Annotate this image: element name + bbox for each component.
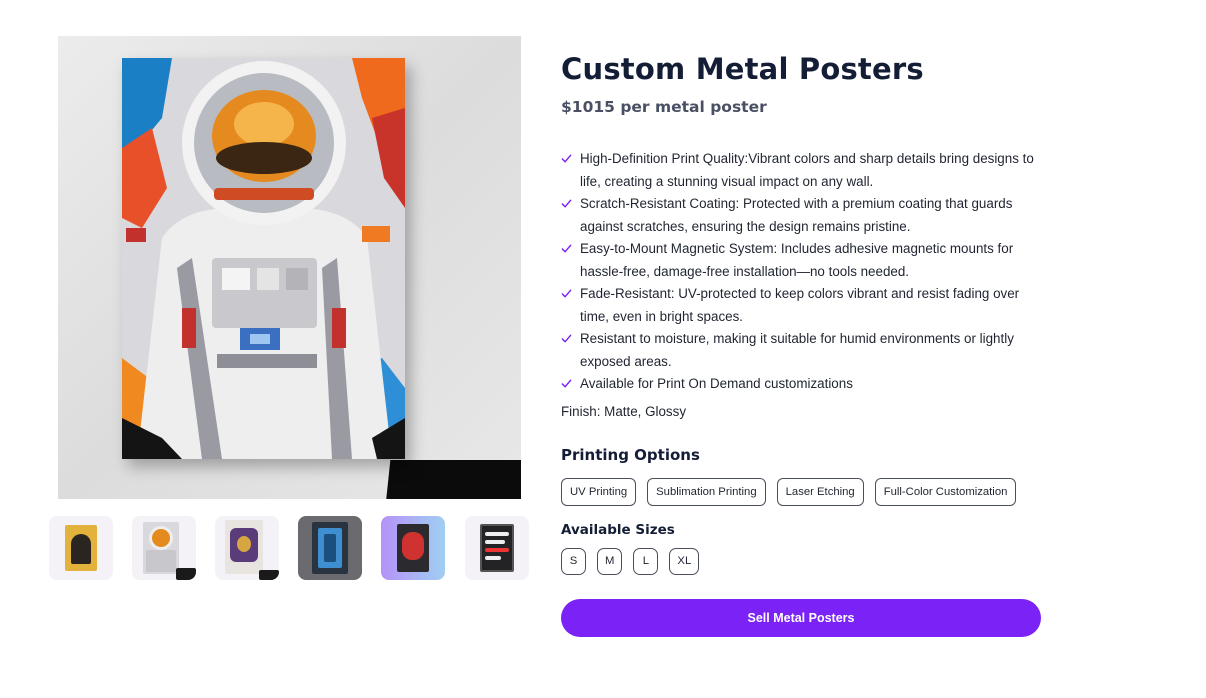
product-title: Custom Metal Posters <box>561 52 924 86</box>
feature-list: High-Definition Print Quality:Vibrant co… <box>561 148 1051 396</box>
thumbnail-text-poster[interactable] <box>465 516 529 580</box>
feature-item: Easy-to-Mount Magnetic System: Includes … <box>561 238 1051 283</box>
product-price: $1015 per metal poster <box>561 98 767 116</box>
check-icon <box>561 379 572 388</box>
sell-metal-posters-button[interactable]: Sell Metal Posters <box>561 599 1041 637</box>
thumbnail-blue-robot[interactable] <box>298 516 362 580</box>
check-icon <box>561 334 572 343</box>
feature-text: Available for Print On Demand customizat… <box>580 376 853 391</box>
thumbnail-astronaut[interactable] <box>132 516 196 580</box>
thumbnail-batman[interactable] <box>49 516 113 580</box>
thumbnail-red-character[interactable] <box>381 516 445 580</box>
size-options: S M L XL <box>561 547 1051 575</box>
check-icon <box>561 199 572 208</box>
feature-text: Scratch-Resistant Coating: Protected wit… <box>580 196 1013 234</box>
astronaut-illustration <box>122 58 405 459</box>
size-option-s[interactable]: S <box>561 547 586 575</box>
feature-text: Resistant to moisture, making it suitabl… <box>580 331 1014 369</box>
available-sizes-label: Available Sizes <box>561 521 675 538</box>
printing-option-laser-etching[interactable]: Laser Etching <box>776 477 864 506</box>
feature-text: Fade-Resistant: UV-protected to keep col… <box>580 286 1020 324</box>
main-product-image <box>58 36 521 499</box>
thumbnail-strip <box>49 516 529 580</box>
check-icon <box>561 289 572 298</box>
image-shadow-block <box>385 460 521 499</box>
size-option-xl[interactable]: XL <box>669 547 700 575</box>
printing-option-uv[interactable]: UV Printing <box>561 477 637 506</box>
printing-options: UV Printing Sublimation Printing Laser E… <box>561 477 1051 506</box>
printing-option-full-color[interactable]: Full-Color Customization <box>874 477 1017 506</box>
size-option-m[interactable]: M <box>597 547 623 575</box>
feature-item: Resistant to moisture, making it suitabl… <box>561 328 1051 373</box>
check-icon <box>561 154 572 163</box>
astronaut-poster <box>122 58 405 459</box>
feature-text: Easy-to-Mount Magnetic System: Includes … <box>580 241 1014 279</box>
thumbnail-ornate-emblem[interactable] <box>215 516 279 580</box>
feature-item: Available for Print On Demand customizat… <box>561 373 1051 396</box>
feature-item: High-Definition Print Quality:Vibrant co… <box>561 148 1051 193</box>
printing-options-label: Printing Options <box>561 445 700 464</box>
feature-text: High-Definition Print Quality:Vibrant co… <box>580 151 1034 189</box>
size-option-l[interactable]: L <box>633 547 659 575</box>
check-icon <box>561 244 572 253</box>
feature-item: Scratch-Resistant Coating: Protected wit… <box>561 193 1051 238</box>
finish-text: Finish: Matte, Glossy <box>561 403 687 419</box>
printing-option-sublimation[interactable]: Sublimation Printing <box>647 477 766 506</box>
feature-item: Fade-Resistant: UV-protected to keep col… <box>561 283 1051 328</box>
product-details: Custom Metal Posters $1015 per metal pos… <box>561 50 1051 575</box>
